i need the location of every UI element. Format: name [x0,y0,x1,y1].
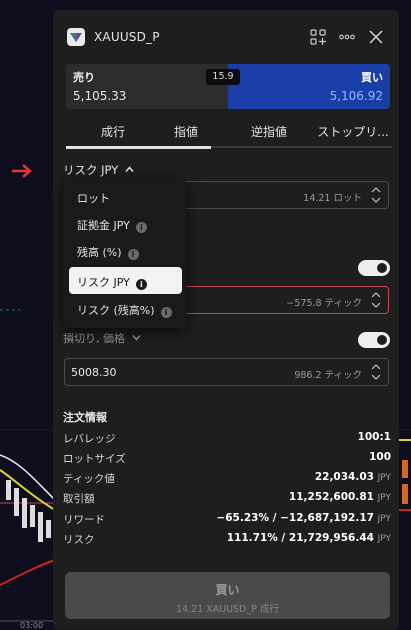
take-profit-toggle[interactable] [358,260,390,276]
risk-unit-dropdown: ロット 証拠金 JPY i 残高 (%) i リスク JPY i リスク (残高%) i [63,178,186,328]
info-key: ティック値 [63,473,115,485]
buy-label: 買い [361,71,383,84]
order-panel-header: XAUUSD_P [53,10,399,62]
dropdown-item-label: リスク JPY [77,276,130,289]
dropdown-item-label: ロット [77,192,110,205]
dropdown-item-label: 残高 (%) [77,246,122,259]
risk-unit-selector[interactable]: リスク JPY [63,162,134,178]
stop-loss-label: 損切り, 価格 [63,332,125,345]
info-icon[interactable]: i [135,222,147,233]
info-row-leverage: レバレッジ 100:1 [63,431,391,447]
spread-badge: 15.9 [206,69,240,85]
symbol-logo-icon [67,28,85,46]
dropdown-item-label: 証拠金 JPY [77,219,130,232]
chevron-down-icon [131,335,141,341]
symbol-name: XAUUSD_P [94,30,160,44]
red-arrow-icon [12,164,32,178]
dropdown-item-label: リスク (残高%) [77,304,155,317]
take-profit-stepper-icon[interactable] [370,290,382,310]
info-row-risk: リスク 111.71% / 21,729,956.44 JPY [63,532,391,548]
info-key: リワード [63,514,105,526]
quantity-stepper-icon[interactable] [370,185,382,205]
dropdown-item-lot[interactable]: ロット [69,183,182,210]
more-options-icon[interactable] [338,28,356,46]
stop-loss-field[interactable]: 5008.30 986.2 ティック [64,358,389,386]
chart-time-label: 03:00 [20,621,43,630]
dropdown-item-risk-jpy[interactable]: リスク JPY i [69,267,182,294]
info-icon[interactable]: i [127,249,139,260]
info-value: 100 [369,451,391,463]
info-value: 22,034.03 JPY [314,471,391,483]
info-value: 100:1 [357,431,391,443]
dropdown-item-balance-percent[interactable]: 残高 (%) i [69,237,182,264]
info-key: 取引額 [63,493,95,505]
tab-stop-limit[interactable]: ストップリ... [310,123,396,140]
tab-stop[interactable]: 逆指値 [239,123,299,140]
info-key: リスク [63,534,95,546]
sell-price: 5,105.33 [73,89,127,103]
info-row-lot-size: ロットサイズ 100 [63,451,391,467]
tab-active-indicator [66,146,211,149]
stop-loss-selector[interactable]: 損切り, 価格 [63,330,141,346]
risk-unit-label: リスク JPY [63,163,119,177]
info-key: ロットサイズ [63,453,126,465]
info-value: 111.71% / 21,729,956.44 JPY [226,532,391,544]
buy-price: 5,106.92 [329,89,383,103]
info-row-tick-value: ティック値 22,034.03 JPY [63,471,391,487]
order-info-title: 注文情報 [63,411,107,424]
info-value: 11,252,600.81 JPY [288,491,391,503]
stop-loss-toggle[interactable] [358,332,390,348]
add-widget-icon[interactable] [309,28,327,46]
stop-loss-stepper-icon[interactable] [370,362,382,382]
sell-label: 売り [73,71,95,84]
take-profit-unit: −575.8 ティック [286,298,362,309]
stop-loss-value: 5008.30 [71,366,117,379]
stop-loss-unit: 986.2 ティック [294,370,362,381]
quantity-unit: 14.21 ロット [303,193,362,204]
info-row-trade-amount: 取引額 11,252,600.81 JPY [63,491,391,507]
close-icon[interactable] [367,28,385,46]
dropdown-item-risk-balance-percent[interactable]: リスク (残高%) i [69,295,182,322]
info-key: レバレッジ [63,433,116,445]
submit-buy-label: 買い [215,583,240,597]
info-value: −65.23% / −12,687,192.17 JPY [216,512,391,524]
chevron-up-icon [125,166,134,172]
dropdown-item-margin-jpy[interactable]: 証拠金 JPY i [69,210,182,237]
info-row-reward: リワード −65.23% / −12,687,192.17 JPY [63,512,391,528]
tab-limit[interactable]: 指値 [161,123,211,140]
submit-buy-sublabel: 14.21 XAUUSD_P 成行 [176,604,279,615]
info-icon[interactable]: i [135,279,147,290]
sell-button[interactable]: 売り 5,105.33 [66,64,228,109]
info-icon[interactable]: i [160,307,172,318]
submit-buy-button[interactable]: 買い 14.21 XAUUSD_P 成行 [65,572,390,619]
buy-side-button[interactable]: 買い 5,106.92 [228,64,390,109]
tab-market[interactable]: 成行 [86,123,140,140]
